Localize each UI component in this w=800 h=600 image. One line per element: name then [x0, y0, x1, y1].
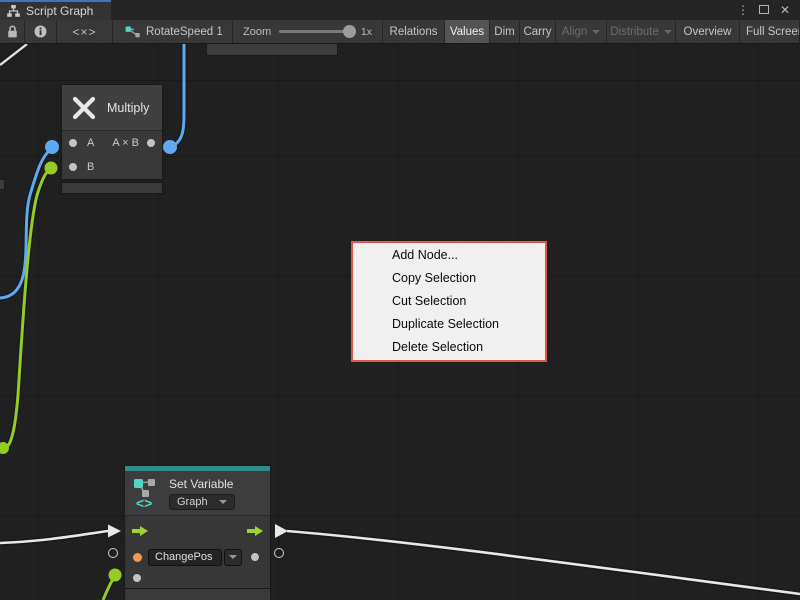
carry-connections-button[interactable]: <×>	[57, 20, 113, 43]
scope-dropdown[interactable]: Graph	[169, 494, 235, 510]
port-row-a: A A × B	[62, 131, 162, 155]
align-label: Align	[562, 26, 588, 38]
zoom-slider-handle[interactable]	[343, 25, 356, 38]
port-a-label: A	[87, 137, 94, 149]
breadcrumb-label: RotateSpeed 1	[146, 26, 223, 38]
flow-input-arrow-icon[interactable]	[132, 525, 148, 537]
close-button[interactable]: ✕	[778, 4, 792, 16]
port-result-label: A × B	[112, 137, 139, 149]
distribute-label: Distribute	[610, 26, 659, 38]
scope-dropdown-label: Graph	[177, 496, 208, 508]
output-port-result[interactable]	[147, 139, 155, 147]
partial-node-left-fragment	[0, 180, 4, 189]
wire-green-endpoint[interactable]	[45, 162, 58, 175]
angle-brackets-x-icon: <×>	[72, 25, 96, 39]
full-screen-button[interactable]: Full Screen	[740, 20, 800, 43]
value-output-port[interactable]	[251, 553, 259, 561]
multiply-icon	[72, 96, 96, 120]
wire-white-output	[287, 531, 800, 594]
maximize-button[interactable]	[757, 4, 771, 16]
set-variable-icon: <>	[133, 477, 160, 509]
wire-blue-input	[0, 148, 52, 298]
tab-script-graph[interactable]: Script Graph	[0, 0, 111, 20]
input-port-a[interactable]	[69, 139, 77, 147]
chevron-down-icon	[219, 500, 227, 504]
multiply-node[interactable]: Multiply A A × B B	[62, 85, 162, 179]
port-row-b: B	[62, 155, 162, 179]
wire-green-endpoint[interactable]	[109, 569, 122, 582]
partial-node-top[interactable]	[207, 44, 337, 55]
graph-toolbar: <×> RotateSpeed 1 Zoom 1x Relations Valu…	[0, 20, 800, 44]
lock-icon	[7, 25, 18, 38]
set-variable-header[interactable]: <> Set Variable Graph	[125, 471, 270, 516]
lock-button[interactable]	[0, 20, 25, 43]
carry-button[interactable]: Carry	[520, 20, 556, 43]
variable-dropdown-button[interactable]	[224, 549, 242, 566]
zoom-label: Zoom	[243, 26, 271, 38]
multiply-node-body: A A × B B	[62, 131, 162, 179]
variable-name-label: ChangePos	[155, 551, 213, 563]
unconnected-port-left[interactable]	[108, 548, 118, 558]
wire-blue-endpoint[interactable]	[163, 140, 177, 154]
info-icon	[34, 25, 47, 38]
extra-port-row	[125, 568, 270, 589]
flow-arrowhead-right	[275, 524, 288, 538]
multiply-node-footer	[62, 183, 162, 193]
more-options-icon[interactable]: ⋮	[736, 4, 750, 16]
svg-text:<>: <>	[136, 495, 152, 509]
menu-item-duplicate-selection[interactable]: Duplicate Selection	[353, 313, 545, 336]
align-button[interactable]: Align	[556, 20, 607, 43]
chevron-down-icon	[592, 30, 600, 34]
menu-item-add-node[interactable]: Add Node...	[353, 244, 545, 267]
wire-green-bottom	[103, 576, 115, 600]
overview-button[interactable]: Overview	[676, 20, 740, 43]
graph-icon	[7, 5, 20, 17]
zoom-slider[interactable]	[279, 30, 353, 33]
port-b-label: B	[87, 161, 94, 173]
wire-green-input	[3, 168, 51, 448]
dim-button[interactable]: Dim	[490, 20, 520, 43]
wire-white-diagonal	[0, 44, 27, 65]
title-bar: Script Graph ⋮ ✕	[0, 0, 800, 20]
node-title: Set Variable	[169, 477, 235, 491]
set-variable-footer	[125, 589, 270, 600]
graph-breadcrumb[interactable]: RotateSpeed 1	[113, 20, 233, 43]
node-title: Multiply	[107, 101, 149, 115]
info-button[interactable]	[25, 20, 57, 43]
flow-output-arrow-icon[interactable]	[247, 525, 263, 537]
chevron-down-icon	[664, 30, 672, 34]
set-variable-node[interactable]: <> Set Variable Graph	[125, 466, 270, 589]
zoom-control: Zoom 1x	[233, 20, 383, 43]
graph-node-icon	[125, 26, 140, 38]
variable-name-dropdown[interactable]: ChangePos	[148, 549, 222, 566]
multiply-node-header[interactable]: Multiply	[62, 85, 162, 131]
variable-port-row: ChangePos	[125, 546, 270, 568]
wire-blue-endpoint[interactable]	[45, 140, 59, 154]
distribute-button[interactable]: Distribute	[607, 20, 676, 43]
zoom-value: 1x	[361, 26, 372, 38]
wire-white-input	[0, 531, 108, 543]
wire-blue-output	[170, 44, 184, 147]
input-port-b[interactable]	[69, 163, 77, 171]
unconnected-port-right[interactable]	[274, 548, 284, 558]
context-menu: Add Node... Copy Selection Cut Selection…	[351, 241, 547, 362]
values-button[interactable]: Values	[445, 20, 490, 43]
menu-item-copy-selection[interactable]: Copy Selection	[353, 267, 545, 290]
flow-port-row	[125, 516, 270, 546]
extra-input-port[interactable]	[133, 574, 141, 582]
tab-title: Script Graph	[26, 4, 93, 18]
window-controls: ⋮ ✕	[736, 0, 800, 20]
flow-arrowhead-left	[108, 525, 121, 538]
wire-green-endpoint[interactable]	[0, 442, 9, 454]
script-graph-window: Multiply A A × B B	[0, 0, 800, 600]
set-variable-body: ChangePos	[125, 516, 270, 589]
relations-button[interactable]: Relations	[383, 20, 445, 43]
chevron-down-icon	[229, 555, 237, 559]
menu-item-delete-selection[interactable]: Delete Selection	[353, 336, 545, 359]
variable-input-port[interactable]	[133, 553, 142, 562]
menu-item-cut-selection[interactable]: Cut Selection	[353, 290, 545, 313]
